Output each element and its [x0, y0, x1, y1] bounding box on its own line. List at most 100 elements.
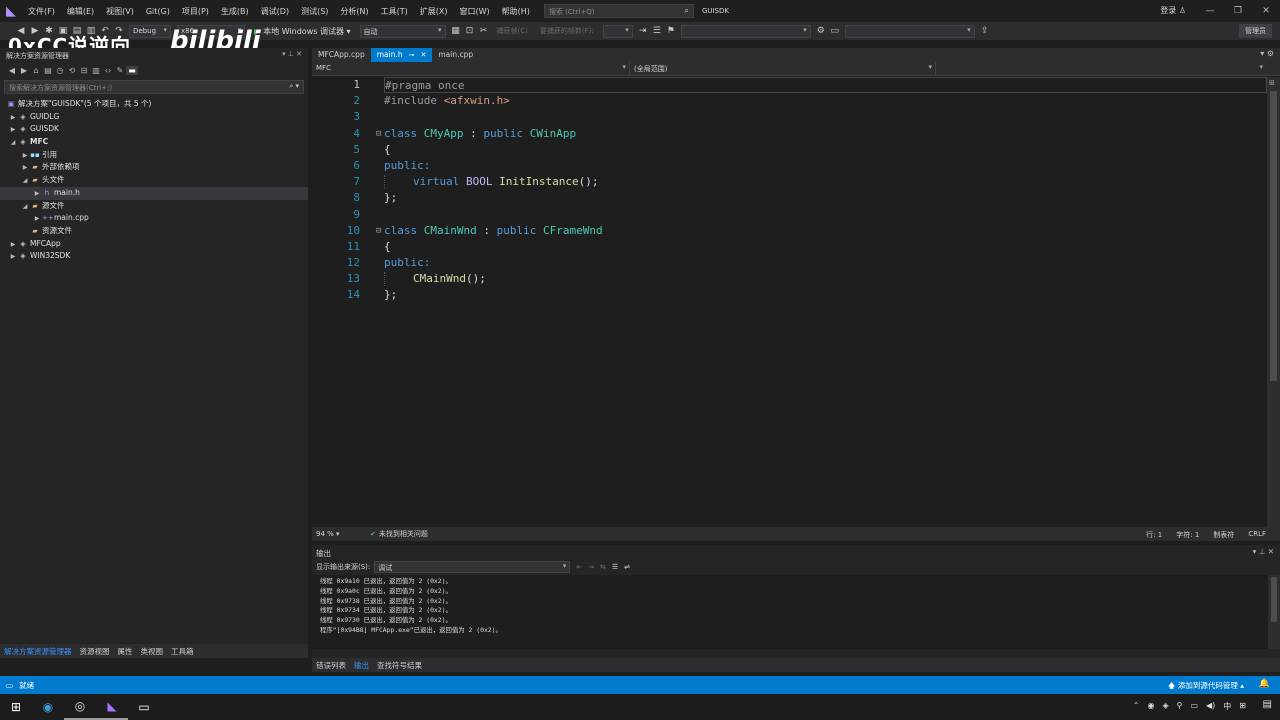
menu-test[interactable]: 测试(S): [295, 6, 334, 17]
tree-item-references[interactable]: ▶ ▪▪ 引用: [0, 149, 308, 162]
code-line-14[interactable]: };: [384, 287, 1267, 303]
clear-all-icon[interactable]: ☰: [612, 563, 618, 571]
tree-item-header-files[interactable]: ◢ ▰ 头文件: [0, 174, 308, 187]
tab-mode-indicator[interactable]: 制表符: [1213, 530, 1234, 540]
prev-message-icon[interactable]: ⇤: [576, 563, 582, 571]
search-input[interactable]: 搜索 (Ctrl+Q) ⌕: [543, 4, 694, 18]
collapse-all-icon[interactable]: ⊟: [78, 66, 90, 75]
close-icon[interactable]: ✕: [1252, 0, 1280, 22]
history-icon[interactable]: ◷: [54, 66, 66, 75]
menu-project[interactable]: 项目(P): [176, 6, 215, 17]
menu-git[interactable]: Git(G): [140, 7, 176, 16]
menu-debug[interactable]: 调试(D): [255, 6, 295, 17]
properties-icon[interactable]: ✎: [114, 66, 126, 75]
tree-item-guidlg[interactable]: ▶ ◈ GUIDLG: [0, 111, 308, 124]
windows-start-icon[interactable]: ⊞: [0, 694, 32, 720]
find-message-icon[interactable]: ⇆: [600, 563, 606, 571]
line-ending-indicator[interactable]: CRLF: [1248, 530, 1266, 540]
tab-mfcapp-cpp[interactable]: MFCApp.cpp: [312, 48, 371, 62]
expand-arrow-icon[interactable]: ▶: [8, 251, 18, 264]
tab-error-list[interactable]: 错误列表: [312, 658, 350, 672]
code-line-12[interactable]: public:: [384, 255, 1267, 271]
edge-browser-icon[interactable]: ◉: [32, 694, 64, 720]
tab-class-view[interactable]: 类视图: [137, 644, 168, 658]
ime-mode-icon[interactable]: ⊞: [1239, 701, 1246, 712]
config-dropdown[interactable]: Debug: [129, 24, 171, 38]
menu-build[interactable]: 生成(B): [215, 6, 255, 17]
search-icon[interactable]: ⌕ ▾: [289, 82, 299, 91]
pin-tab-icon[interactable]: ⊸: [409, 51, 415, 59]
settings-icon[interactable]: ⚙: [814, 26, 828, 36]
home-icon[interactable]: ⌂: [30, 66, 42, 75]
panel-controls-icon[interactable]: ▾ ⊥ ✕: [1253, 547, 1274, 556]
tab-output[interactable]: 输出: [350, 658, 373, 672]
visual-studio-taskbar-icon[interactable]: ◣: [96, 694, 128, 720]
issues-indicator[interactable]: ✔ 未找到相关问题: [362, 529, 428, 539]
login-button[interactable]: 登录 ♙: [1160, 5, 1186, 16]
solution-root[interactable]: ▣ 解决方案"GUISDK"(5 个项目，共 5 个): [0, 98, 308, 111]
comment-icon[interactable]: ☰: [650, 26, 664, 36]
capture-icon[interactable]: ✂: [477, 26, 491, 36]
notification-center-icon[interactable]: ▤: [1263, 699, 1272, 710]
add-to-source-control-button[interactable]: 🡅 添加到源代码管理 ▴: [1168, 680, 1244, 693]
attach-icon[interactable]: ▦: [449, 26, 463, 36]
line-indicator[interactable]: 行: 1: [1146, 530, 1162, 540]
scrollbar-thumb[interactable]: [1270, 91, 1277, 381]
preview-icon[interactable]: ▬: [126, 65, 138, 75]
network-icon[interactable]: ▭: [1190, 701, 1198, 712]
find-dropdown[interactable]: [680, 24, 811, 38]
char-indicator[interactable]: 字符: 1: [1176, 530, 1199, 540]
code-line-9[interactable]: [384, 207, 1267, 223]
code-line-1[interactable]: #pragma once: [384, 77, 1267, 94]
run-mode-dropdown[interactable]: 自动: [359, 24, 446, 38]
menu-edit[interactable]: 编辑(E): [61, 6, 100, 17]
code-line-10[interactable]: ⊟ class CMainWnd : public CFrameWnd: [376, 223, 1267, 239]
menu-help[interactable]: 帮助(H): [496, 6, 536, 17]
start-debugging-button[interactable]: ▶ 本地 Windows 调试器 ▾: [254, 26, 351, 37]
minimize-icon[interactable]: —: [1196, 0, 1224, 22]
volume-icon[interactable]: ◀): [1206, 701, 1215, 712]
forward-icon[interactable]: ▶: [18, 66, 30, 75]
pin-icon[interactable]: ▾ ⊥ ✕: [282, 50, 302, 58]
menu-file[interactable]: 文件(F): [22, 6, 61, 17]
notification-bell-icon[interactable]: 🔔: [1259, 679, 1270, 689]
menu-extensions[interactable]: 扩展(X): [414, 6, 454, 17]
code-line-13[interactable]: CMainWnd();: [384, 271, 1267, 287]
code-line-11[interactable]: {: [384, 239, 1267, 255]
output-text-area[interactable]: 线程 0x9a10 已退出，返回值为 2 (0x2)。 线程 0x9a0c 已退…: [312, 575, 1280, 649]
tree-item-resource-files[interactable]: ▰ 资源文件: [0, 225, 308, 238]
menu-window[interactable]: 窗口(W): [454, 6, 496, 17]
maximize-icon[interactable]: ❐: [1224, 0, 1252, 22]
code-line-7[interactable]: virtual BOOL InitInstance();: [384, 174, 1267, 190]
frame-count-input[interactable]: [602, 24, 633, 38]
sync-icon[interactable]: ⟲: [66, 66, 78, 75]
screenshot-icon[interactable]: ⊡: [463, 26, 477, 36]
scrollbar-thumb[interactable]: [1271, 577, 1277, 622]
tab-toolbox[interactable]: 工具箱: [167, 644, 198, 658]
project-dropdown[interactable]: MFC: [312, 62, 630, 75]
tree-item-source-files[interactable]: ◢ ▰ 源文件: [0, 200, 308, 213]
word-wrap-icon[interactable]: ⇌: [624, 563, 630, 571]
code-line-3[interactable]: [384, 109, 1267, 125]
chat-app-icon[interactable]: ▭: [128, 694, 160, 720]
tab-solution-explorer[interactable]: 解决方案资源管理器: [0, 644, 76, 658]
tree-item-external-deps[interactable]: ▶ ▰ 外部依赖项: [0, 161, 308, 174]
layout-icon[interactable]: ▭: [828, 26, 842, 36]
tab-main-h[interactable]: main.h ⊸ ✕: [370, 48, 433, 62]
code-editor[interactable]: 1 2 3 4 5 6 7 8 9 10 11 12 13 14 #pragma…: [312, 77, 1267, 527]
next-message-icon[interactable]: ⇥: [588, 563, 594, 571]
tree-item-mfc[interactable]: ◢ ◈ MFC: [0, 136, 308, 149]
code-line-4[interactable]: ⊟ class CMyApp : public CWinApp: [376, 126, 1267, 142]
scope-dropdown[interactable]: (全局范围): [630, 62, 936, 75]
bluetooth-icon[interactable]: ⚲: [1177, 701, 1183, 712]
menu-analyze[interactable]: 分析(N): [334, 6, 374, 17]
split-icon[interactable]: ⊞: [1269, 79, 1275, 87]
close-tab-icon[interactable]: ✕: [420, 51, 426, 59]
code-lines[interactable]: #pragma once #include <afxwin.h> ⊟ class …: [376, 77, 1267, 304]
zoom-level-dropdown[interactable]: 94 % ▾: [312, 530, 362, 538]
extra-dropdown[interactable]: [844, 24, 975, 38]
tree-item-mfcapp[interactable]: ▶ ◈ MFCApp: [0, 238, 308, 251]
code-icon[interactable]: ‹›: [102, 66, 114, 75]
tree-item-main-cpp[interactable]: ▶ ++main.cpp: [0, 212, 308, 225]
fold-collapse-icon[interactable]: ⊟: [376, 126, 381, 142]
